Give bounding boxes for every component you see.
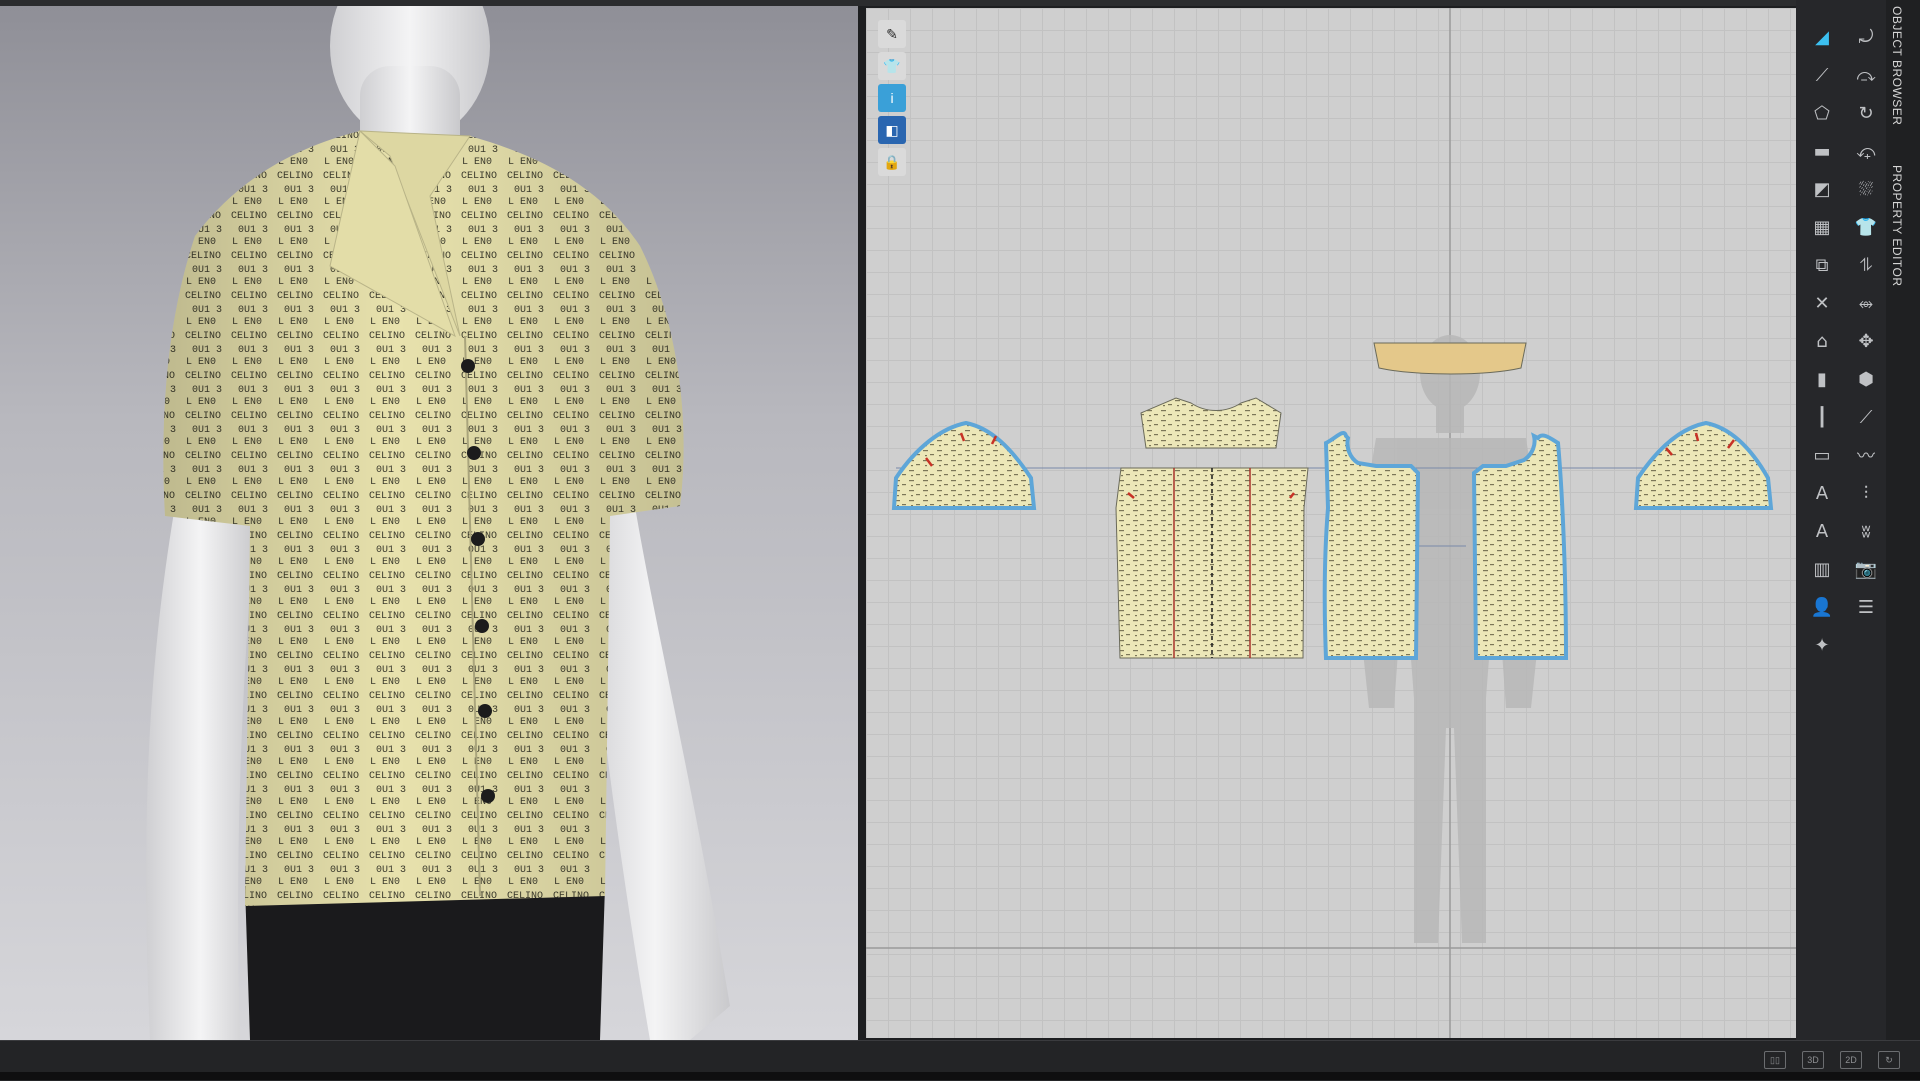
- right-sleeve-piece: [1633, 420, 1774, 510]
- right-front-piece: [1471, 432, 1569, 660]
- wave-icon[interactable]: 〰: [1846, 438, 1886, 472]
- create-pattern-icon[interactable]: ⧉: [1802, 248, 1842, 282]
- avatar-icon[interactable]: 👤: [1802, 590, 1842, 624]
- yoke-piece: [1140, 397, 1282, 449]
- pen-icon[interactable]: ⟋: [1846, 400, 1886, 434]
- internal-shape-icon[interactable]: ◩: [1802, 172, 1842, 206]
- tack-icon[interactable]: ✦: [1802, 628, 1842, 662]
- info-icon[interactable]: i: [878, 84, 906, 112]
- annotation-icon[interactable]: A: [1802, 476, 1842, 510]
- tool-grid: ◢ ⤾ ⟋ ⤼ ⬠ ↻ ▬ ⤽ ◩ ⛆ ▦ 👕 ⧉ ⥮ ✕ ⥈ ⌂ ✥ ▮ ⬢ ┃ ⟋ ▭ 〰 A ⫶ Aʬ ▥ 📷 👤 ☰ ✦: [1802, 20, 1886, 662]
- refresh-icon[interactable]: ↻: [1878, 1051, 1900, 1069]
- left-sleeve-piece: [891, 420, 1037, 510]
- fabric-icon[interactable]: ◧: [878, 116, 906, 144]
- left-front-piece: [1322, 431, 1421, 660]
- shirt-view-icon[interactable]: 👕: [878, 52, 906, 80]
- fold-arrangement-icon[interactable]: ⛆: [1846, 172, 1886, 206]
- viewport-3d[interactable]: CELINO 0U1 3 L EN0: [0, 6, 860, 1040]
- viewport-divider[interactable]: [858, 6, 866, 1040]
- property-editor-tab[interactable]: PROPERTY EDITOR: [1890, 165, 1904, 287]
- topstitch-icon[interactable]: ʬ: [1846, 514, 1886, 548]
- view-mode-switcher: ▯▯ 3D 2D ↻: [1764, 1051, 1900, 1069]
- edit-pattern-icon[interactable]: ✎: [878, 20, 906, 48]
- pattern-layout: [866, 8, 1796, 1038]
- multi-sewing-icon[interactable]: ⥈: [1846, 286, 1886, 320]
- view-2d-icon[interactable]: 2D: [1840, 1051, 1862, 1069]
- edit-point-icon[interactable]: ⟋: [1802, 58, 1842, 92]
- snapshot-icon[interactable]: 📷: [1846, 552, 1886, 586]
- text-icon[interactable]: A: [1802, 514, 1842, 548]
- ruler-icon[interactable]: ▭: [1802, 438, 1842, 472]
- layers-icon[interactable]: ☰: [1846, 590, 1886, 624]
- viewport-2d[interactable]: [866, 8, 1796, 1038]
- button-icon[interactable]: ⬢: [1846, 362, 1886, 396]
- sewing-icon[interactable]: ⤽: [1846, 134, 1886, 168]
- view-3d-icon[interactable]: 3D: [1802, 1051, 1824, 1069]
- cut-icon[interactable]: ✕: [1802, 286, 1842, 320]
- collar-piece: [1373, 342, 1527, 375]
- pleat-icon[interactable]: ▮: [1802, 362, 1842, 396]
- grade-icon[interactable]: ▥: [1802, 552, 1842, 586]
- seamline-icon[interactable]: ┃: [1802, 400, 1842, 434]
- edit-curvature-icon[interactable]: ⤼: [1846, 58, 1886, 92]
- avatar-pin-icon[interactable]: ✥: [1846, 324, 1886, 358]
- select-move-icon[interactable]: ◢: [1802, 20, 1842, 54]
- rotate-icon[interactable]: ↻: [1846, 96, 1886, 130]
- object-browser-tab[interactable]: OBJECT BROWSER: [1890, 6, 1904, 125]
- polygon-icon[interactable]: ⬠: [1802, 96, 1842, 130]
- side-tabs: OBJECT BROWSER PROPERTY EDITOR: [1886, 0, 1920, 1040]
- measure-icon[interactable]: ⫶: [1846, 476, 1886, 510]
- shirt-icon[interactable]: 👕: [1846, 210, 1886, 244]
- segment-sewing-icon[interactable]: ⥮: [1846, 248, 1886, 282]
- avatar-garment-render: CELINO 0U1 3 L EN0: [146, 6, 730, 1040]
- transform-pattern-icon[interactable]: ⤾: [1846, 20, 1886, 54]
- split-view-icon[interactable]: ▯▯: [1764, 1051, 1786, 1069]
- pattern-toolbox: ✎ 👕 i ◧ 🔒: [878, 20, 906, 178]
- dart-icon[interactable]: ⌂: [1802, 324, 1842, 358]
- rectangle-icon[interactable]: ▬: [1802, 134, 1842, 168]
- texture-icon[interactable]: ▦: [1802, 210, 1842, 244]
- lock-garment-icon[interactable]: 🔒: [878, 148, 906, 176]
- bottom-edge: [0, 1072, 1920, 1080]
